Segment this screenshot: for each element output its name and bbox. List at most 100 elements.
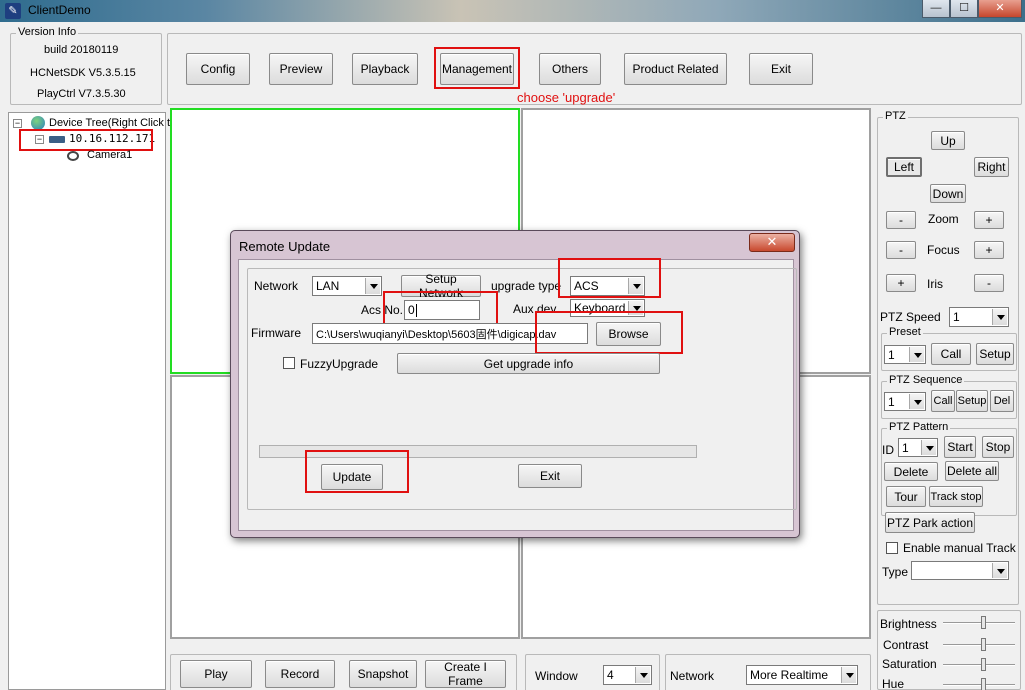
ptz-pattern-legend: PTZ Pattern bbox=[887, 421, 951, 433]
zoom-out-button[interactable]: - bbox=[886, 211, 916, 229]
type-select[interactable] bbox=[911, 561, 1009, 580]
zoom-in-button[interactable]: + bbox=[974, 211, 1004, 229]
playback-button[interactable]: Playback bbox=[352, 53, 418, 85]
network-mode-value: More Realtime bbox=[750, 668, 829, 682]
window-select[interactable]: 4 bbox=[603, 665, 652, 685]
app-icon: ✎ bbox=[5, 3, 21, 19]
sequence-del-button[interactable]: Del bbox=[990, 390, 1014, 412]
slider-handle[interactable] bbox=[981, 658, 986, 671]
config-button[interactable]: Config bbox=[186, 53, 250, 85]
pattern-id-value: 1 bbox=[902, 440, 909, 455]
preview-button[interactable]: Preview bbox=[269, 53, 333, 85]
chevron-down-icon[interactable] bbox=[992, 563, 1007, 578]
chevron-down-icon[interactable] bbox=[992, 309, 1007, 325]
tour-button[interactable]: Tour bbox=[886, 486, 926, 507]
brightness-slider[interactable] bbox=[943, 616, 1015, 629]
ptz-speed-select[interactable]: 1 bbox=[949, 307, 1009, 327]
chevron-down-icon[interactable] bbox=[921, 440, 936, 455]
sequence-setup-button[interactable]: Setup bbox=[956, 390, 988, 412]
slider-handle[interactable] bbox=[981, 678, 986, 690]
dialog-network-label: Network bbox=[254, 279, 299, 293]
pattern-id-label: ID bbox=[882, 443, 894, 457]
ptz-up-button[interactable]: Up bbox=[931, 131, 965, 150]
manual-track-checkbox[interactable] bbox=[886, 542, 898, 554]
sequence-call-button[interactable]: Call bbox=[931, 390, 955, 412]
device-tree-root[interactable]: Device Tree(Right Click t bbox=[49, 117, 170, 129]
saturation-slider[interactable] bbox=[943, 658, 1015, 671]
preset-legend: Preset bbox=[887, 326, 923, 338]
hue-label: Hue bbox=[882, 677, 905, 690]
slider-handle[interactable] bbox=[981, 616, 986, 629]
sdk-version-label: HCNetSDK V5.3.5.15 bbox=[30, 67, 136, 79]
record-button[interactable]: Record bbox=[265, 660, 335, 688]
iris-plus-button[interactable]: + bbox=[886, 274, 916, 292]
chevron-down-icon[interactable] bbox=[909, 394, 924, 409]
dialog-close-button[interactable]: ✕ bbox=[749, 233, 795, 252]
chevron-down-icon[interactable] bbox=[635, 667, 650, 683]
chevron-down-icon[interactable] bbox=[841, 667, 856, 683]
ptz-right-button[interactable]: Right bbox=[974, 157, 1009, 177]
hue-slider[interactable] bbox=[943, 678, 1015, 690]
collapse-icon[interactable]: − bbox=[13, 119, 22, 128]
chevron-down-icon[interactable] bbox=[909, 347, 924, 362]
saturation-label: Saturation bbox=[882, 657, 937, 671]
sequence-select[interactable]: 1 bbox=[884, 392, 926, 411]
acs-no-highlight bbox=[383, 291, 498, 327]
title-bar: ✎ ClientDemo — ☐ ✕ bbox=[0, 0, 1025, 22]
network-label: Network bbox=[670, 669, 715, 683]
minimize-button[interactable]: — bbox=[922, 0, 950, 18]
window-label: Window bbox=[535, 669, 578, 683]
chevron-down-icon[interactable] bbox=[365, 278, 380, 294]
fuzzy-upgrade-checkbox[interactable] bbox=[283, 357, 295, 369]
manual-track-label: Enable manual Track bbox=[903, 541, 1016, 555]
preset-select[interactable]: 1 bbox=[884, 345, 926, 364]
focus-plus-button[interactable]: + bbox=[974, 241, 1004, 259]
zoom-label: Zoom bbox=[928, 212, 959, 226]
get-upgrade-info-button[interactable]: Get upgrade info bbox=[397, 353, 660, 374]
close-button[interactable]: ✕ bbox=[978, 0, 1022, 18]
preset-setup-button[interactable]: Setup bbox=[976, 343, 1014, 365]
iris-minus-button[interactable]: - bbox=[974, 274, 1004, 292]
preset-call-button[interactable]: Call bbox=[931, 343, 971, 365]
device-highlight bbox=[19, 129, 153, 151]
upgrade-annotation: choose 'upgrade' bbox=[517, 90, 616, 105]
create-i-frame-button[interactable]: Create I Frame bbox=[425, 660, 506, 688]
pattern-id-select[interactable]: 1 bbox=[898, 438, 938, 457]
fuzzy-upgrade-label: FuzzyUpgrade bbox=[300, 357, 379, 371]
slider-handle[interactable] bbox=[981, 638, 986, 651]
device-tree[interactable]: − Device Tree(Right Click t − 10.16.112.… bbox=[8, 112, 170, 690]
upgrade-type-label: upgrade type bbox=[491, 279, 562, 293]
camera-node[interactable]: Camera1 bbox=[87, 149, 132, 161]
snapshot-button[interactable]: Snapshot bbox=[349, 660, 417, 688]
contrast-slider[interactable] bbox=[943, 638, 1015, 651]
window-title: ClientDemo bbox=[28, 3, 91, 17]
browse-highlight bbox=[535, 311, 683, 354]
dialog-network-select[interactable]: LAN bbox=[312, 276, 382, 296]
type-label: Type bbox=[882, 565, 909, 579]
others-button[interactable]: Others bbox=[539, 53, 601, 85]
maximize-button[interactable]: ☐ bbox=[950, 0, 978, 18]
dialog-exit-button[interactable]: Exit bbox=[518, 464, 582, 488]
pattern-start-button[interactable]: Start bbox=[944, 436, 976, 458]
ptz-left-button[interactable]: Left bbox=[886, 157, 922, 177]
focus-minus-button[interactable]: - bbox=[886, 241, 916, 259]
exit-button[interactable]: Exit bbox=[749, 53, 813, 85]
network-mode-select[interactable]: More Realtime bbox=[746, 665, 858, 685]
ptz-speed-value: 1 bbox=[953, 310, 960, 324]
ptz-down-button[interactable]: Down bbox=[930, 184, 966, 203]
contrast-label: Contrast bbox=[883, 638, 929, 652]
ptz-speed-label: PTZ Speed bbox=[880, 310, 941, 324]
pattern-delete-button[interactable]: Delete bbox=[884, 462, 938, 481]
ptz-legend: PTZ bbox=[883, 110, 908, 122]
focus-label: Focus bbox=[927, 243, 960, 257]
management-highlight bbox=[434, 47, 520, 89]
track-stop-button[interactable]: Track stop bbox=[929, 486, 983, 507]
pattern-stop-button[interactable]: Stop bbox=[982, 436, 1014, 458]
play-button[interactable]: Play bbox=[180, 660, 252, 688]
dialog-title: Remote Update bbox=[239, 239, 331, 254]
ptz-sequence-legend: PTZ Sequence bbox=[887, 374, 965, 386]
product-related-button[interactable]: Product Related bbox=[624, 53, 727, 85]
ptz-park-action-button[interactable]: PTZ Park action bbox=[885, 512, 975, 533]
firmware-label: Firmware bbox=[251, 326, 301, 340]
pattern-delete-all-button[interactable]: Delete all bbox=[945, 461, 999, 481]
